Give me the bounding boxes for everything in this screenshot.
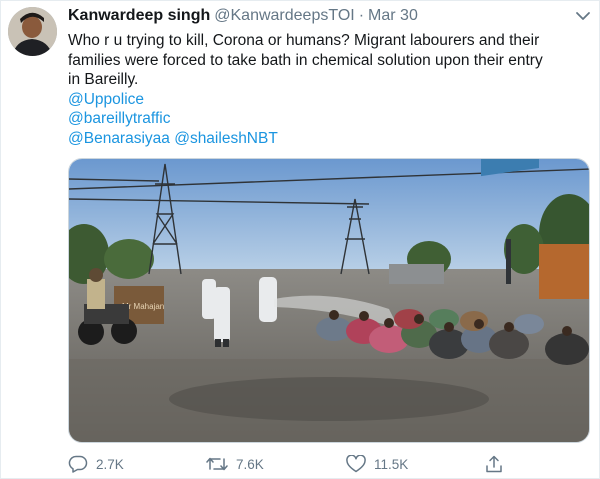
- display-name[interactable]: Kanwardeep singh: [68, 7, 210, 25]
- avatar[interactable]: [8, 7, 57, 56]
- like-count: 11.5K: [374, 456, 409, 472]
- retweet-button[interactable]: 7.6K: [206, 453, 264, 475]
- tweet-card[interactable]: Kanwardeep singh @KanwardeepsTOI · Mar 3…: [0, 0, 600, 479]
- tweet-photo: Mr Mahajan: [69, 159, 589, 442]
- speech-bubble-icon: [68, 455, 88, 473]
- user-handle[interactable]: @KanwardeepsTOI: [214, 7, 354, 25]
- retweet-count: 7.6K: [236, 456, 264, 472]
- heart-icon: [346, 455, 366, 473]
- tweet-media[interactable]: Mr Mahajan: [68, 158, 590, 443]
- tweet-actions: 2.7K 7.6K 11.5K: [68, 453, 518, 475]
- share-button[interactable]: [485, 453, 511, 475]
- share-upload-icon: [486, 455, 502, 473]
- tweet-text-line: families were forced to take bath in che…: [68, 51, 543, 69]
- mention-link-bareillytraffic[interactable]: @bareillytraffic: [68, 109, 593, 129]
- mention-links-benarasiyaa-shaileshnbt[interactable]: @Benarasiyaa @shaileshNBT: [68, 129, 593, 149]
- chevron-down-icon[interactable]: [575, 9, 591, 23]
- avatar-photo: [8, 7, 57, 56]
- tweet-header: Kanwardeep singh @KanwardeepsTOI · Mar 3…: [68, 7, 418, 29]
- mention-link-uppolice[interactable]: @Uppolice: [68, 90, 593, 110]
- separator-dot: ·: [358, 7, 365, 24]
- tweet-date[interactable]: Mar 30: [368, 7, 418, 25]
- reply-button[interactable]: 2.7K: [68, 453, 124, 475]
- tweet-text-line: in Bareilly.: [68, 71, 139, 88]
- reply-count: 2.7K: [96, 456, 124, 472]
- tweet-text: Who r u trying to kill, Corona or humans…: [68, 31, 593, 148]
- retweet-arrows-icon: [206, 457, 228, 471]
- like-button[interactable]: 11.5K: [346, 453, 408, 475]
- tweet-text-line: Who r u trying to kill, Corona or humans…: [68, 32, 540, 49]
